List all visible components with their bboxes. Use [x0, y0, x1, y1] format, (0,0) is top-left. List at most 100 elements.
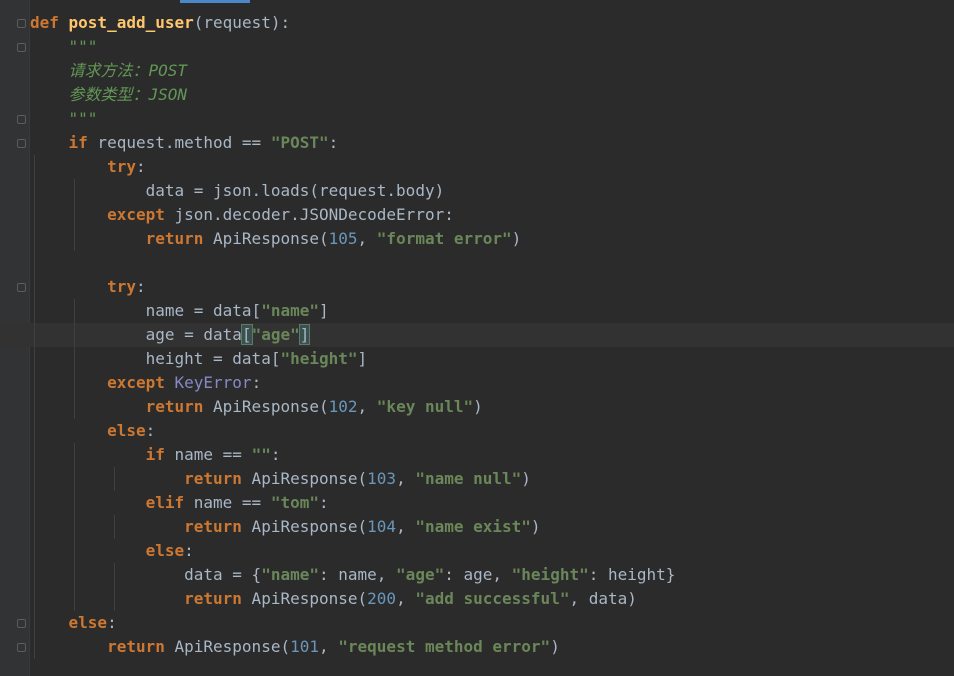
code-token: , — [396, 517, 416, 536]
fold-marker-icon[interactable] — [17, 619, 26, 628]
code-line[interactable]: return ApiResponse(101, "request method … — [30, 635, 560, 659]
string-token: "request method error" — [338, 637, 551, 656]
bracket-match-token: ] — [298, 324, 311, 345]
code-line[interactable]: data = {"name": name, "age": age, "heigh… — [30, 563, 675, 587]
code-line[interactable]: except KeyError: — [30, 371, 261, 395]
code-line[interactable]: if request.method == "POST": — [30, 131, 339, 155]
code-line[interactable]: name = data["name"] — [30, 299, 329, 323]
code-line[interactable]: else: — [30, 419, 155, 443]
fold-marker-icon[interactable] — [17, 43, 26, 52]
code-line[interactable]: return ApiResponse(105, "format error") — [30, 227, 522, 251]
code-line[interactable]: age = data["age"] — [30, 323, 311, 347]
docstring-token: """ — [30, 37, 98, 56]
code-token: height = data[ — [30, 349, 281, 368]
code-line[interactable]: elif name == "tom": — [30, 491, 329, 515]
keyword-token: try — [107, 277, 136, 296]
code-line[interactable]: data = json.loads(request.body) — [30, 179, 445, 203]
code-token: : age, — [444, 565, 512, 584]
fold-marker-icon[interactable] — [17, 115, 26, 124]
code-token: name == — [184, 493, 271, 512]
code-token: : — [270, 445, 281, 464]
code-token: , — [357, 397, 377, 416]
code-line[interactable]: return ApiResponse(103, "name null") — [30, 467, 531, 491]
code-token: json.decoder.JSONDecodeError: — [164, 205, 454, 224]
docstring-token: """ — [30, 109, 98, 128]
string-token: "add successful" — [415, 589, 570, 608]
code-line[interactable]: return ApiResponse(200, "add successful"… — [30, 587, 637, 611]
code-token: : — [135, 157, 146, 176]
string-token: "age" — [396, 565, 445, 584]
number-token: 101 — [290, 637, 319, 656]
code-line[interactable]: 参数类型：JSON — [30, 83, 188, 107]
code-token: , — [396, 589, 416, 608]
code-token: data = { — [30, 565, 262, 584]
code-token: ApiResponse( — [241, 517, 368, 536]
code-token: ] — [318, 301, 329, 320]
code-token: age = data — [30, 325, 242, 344]
code-line[interactable]: 请求方法：POST — [30, 59, 188, 83]
keyword-token: except — [107, 373, 165, 392]
fold-marker-icon[interactable] — [17, 643, 26, 652]
code-token: ) — [473, 397, 483, 416]
code-line[interactable]: return ApiResponse(104, "name exist") — [30, 515, 540, 539]
code-line[interactable]: except json.decoder.JSONDecodeError: — [30, 203, 454, 227]
fold-marker-icon[interactable] — [17, 139, 26, 148]
code-token: , — [357, 229, 377, 248]
code-token: : — [251, 373, 262, 392]
code-token: : — [107, 613, 117, 632]
active-tab-indicator — [180, 0, 250, 3]
string-token: "height" — [280, 349, 358, 368]
code-token: ApiResponse( — [241, 589, 368, 608]
keyword-token: else — [68, 613, 108, 632]
number-token: 105 — [328, 229, 358, 248]
docstring-token: 请求方法：POST — [30, 61, 188, 80]
code-token: : height} — [588, 565, 676, 584]
number-token: 103 — [367, 469, 397, 488]
code-token: ApiResponse( — [164, 637, 291, 656]
fold-marker-icon[interactable] — [17, 19, 26, 28]
keyword-token: return — [145, 229, 204, 248]
code-token: ) — [511, 229, 522, 248]
code-line[interactable]: try: — [30, 275, 146, 299]
string-token: "name exist" — [415, 517, 531, 536]
code-line[interactable]: try: — [30, 155, 146, 179]
code-line[interactable]: if name == "": — [30, 443, 281, 467]
number-token: 200 — [367, 589, 397, 608]
code-line[interactable]: """ — [30, 35, 98, 59]
code-token: name = data[ — [30, 301, 262, 320]
code-line[interactable]: else: — [30, 611, 117, 635]
string-token: "format error" — [376, 229, 512, 248]
string-token: "name" — [261, 565, 319, 584]
code-token: : — [135, 277, 146, 296]
code-line[interactable]: def post_add_user(request): — [30, 11, 290, 35]
code-token: KeyError — [174, 373, 252, 392]
fold-marker-icon[interactable] — [17, 283, 26, 292]
function-name-token: post_add_user — [68, 13, 194, 32]
code-line[interactable]: else: — [30, 539, 194, 563]
code-line[interactable]: height = data["height"] — [30, 347, 368, 371]
keyword-token: else — [145, 541, 185, 560]
code-token: ApiResponse( — [241, 469, 368, 488]
number-token: 104 — [367, 517, 397, 536]
keyword-token: if — [68, 133, 88, 152]
code-line[interactable]: """ — [30, 107, 98, 131]
keyword-token: return — [184, 469, 242, 488]
keyword-token: elif — [145, 493, 185, 512]
code-token: ): — [270, 13, 291, 32]
code-line[interactable]: return ApiResponse(102, "key null") — [30, 395, 483, 419]
code-editor[interactable]: def post_add_user(request): """ 请求方法：POS… — [0, 0, 954, 676]
keyword-token: return — [184, 517, 242, 536]
code-token: request.method == — [87, 133, 271, 152]
